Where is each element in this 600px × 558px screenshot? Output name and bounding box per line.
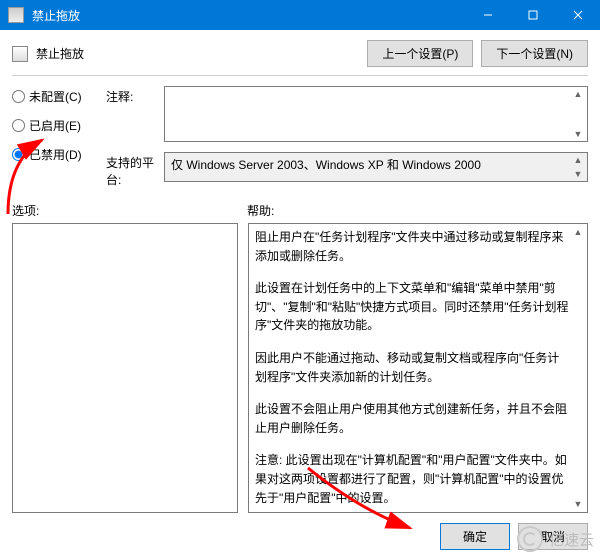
radio-not-configured-input[interactable] <box>12 90 25 103</box>
platform-value-box: 仅 Windows Server 2003、Windows XP 和 Windo… <box>164 152 588 182</box>
header: 禁止拖放 上一个设置(P) 下一个设置(N) <box>0 30 600 71</box>
help-paragraph: 此设置不会阻止用户使用其他方式创建新任务，并且不会阻止用户删除任务。 <box>255 400 571 437</box>
comment-row: 注释: ▲ ▼ <box>106 86 588 142</box>
state-radios: 未配置(C) 已启用(E) 已禁用(D) <box>12 86 92 198</box>
close-button[interactable] <box>555 0 600 30</box>
footer: 确定 取消 <box>0 513 600 550</box>
options-pane <box>12 223 238 513</box>
platform-value: 仅 Windows Server 2003、Windows XP 和 Windo… <box>171 158 481 172</box>
radio-enabled[interactable]: 已启用(E) <box>12 117 92 134</box>
radio-not-configured-label: 未配置(C) <box>29 88 82 105</box>
radio-enabled-input[interactable] <box>12 119 25 132</box>
options-label: 选项: <box>12 202 247 219</box>
policy-icon <box>12 46 28 62</box>
radio-not-configured[interactable]: 未配置(C) <box>12 88 92 105</box>
scroll-up-icon[interactable]: ▲ <box>571 88 585 100</box>
scroll-down-icon[interactable]: ▼ <box>571 168 585 180</box>
maximize-button[interactable] <box>510 0 555 30</box>
radio-enabled-label: 已启用(E) <box>29 117 81 134</box>
policy-title: 禁止拖放 <box>36 45 359 62</box>
scroll-up-icon[interactable]: ▲ <box>571 226 585 238</box>
panes: 阻止用户在"任务计划程序"文件夹中通过移动或复制程序来添加或删除任务。 此设置在… <box>0 223 600 513</box>
platform-label: 支持的平台: <box>106 152 164 188</box>
help-paragraph: 此设置在计划任务中的上下文菜单和"编辑"菜单中禁用"剪切"、"复制"和"粘贴"快… <box>255 279 571 335</box>
ok-button[interactable]: 确定 <box>440 523 510 550</box>
help-pane: 阻止用户在"任务计划程序"文件夹中通过移动或复制程序来添加或删除任务。 此设置在… <box>248 223 588 513</box>
comment-label: 注释: <box>106 86 164 142</box>
prev-setting-button[interactable]: 上一个设置(P) <box>367 40 473 67</box>
settings-area: 未配置(C) 已启用(E) 已禁用(D) 注释: ▲ ▼ 支持的平台: 仅 Wi… <box>0 86 600 198</box>
help-paragraph: 阻止用户在"任务计划程序"文件夹中通过移动或复制程序来添加或删除任务。 <box>255 228 571 265</box>
separator <box>12 75 588 76</box>
scroll-up-icon[interactable]: ▲ <box>571 154 585 166</box>
radio-disabled-label: 已禁用(D) <box>29 146 82 163</box>
next-setting-button[interactable]: 下一个设置(N) <box>481 40 588 67</box>
scroll-down-icon[interactable]: ▼ <box>571 498 585 510</box>
titlebar: 禁止拖放 <box>0 0 600 30</box>
window-buttons <box>465 0 600 30</box>
watermark: 亿速云 <box>517 526 594 552</box>
radio-disabled[interactable]: 已禁用(D) <box>12 146 92 163</box>
platform-row: 支持的平台: 仅 Windows Server 2003、Windows XP … <box>106 152 588 188</box>
watermark-icon <box>517 526 543 552</box>
radio-disabled-input[interactable] <box>12 148 25 161</box>
pane-labels: 选项: 帮助: <box>0 202 600 219</box>
window-title: 禁止拖放 <box>32 7 465 24</box>
help-label: 帮助: <box>247 202 588 219</box>
watermark-text: 亿速云 <box>549 529 594 550</box>
help-paragraph: 注意: 此设置出现在"计算机配置"和"用户配置"文件夹中。如果对这两项设置都进行… <box>255 451 571 507</box>
help-content: 阻止用户在"任务计划程序"文件夹中通过移动或复制程序来添加或删除任务。 此设置在… <box>255 228 571 507</box>
comment-input[interactable]: ▲ ▼ <box>164 86 588 142</box>
help-paragraph: 因此用户不能通过拖动、移动或复制文档或程序向"任务计划程序"文件夹添加新的计划任… <box>255 349 571 386</box>
minimize-button[interactable] <box>465 0 510 30</box>
fields-area: 注释: ▲ ▼ 支持的平台: 仅 Windows Server 2003、Win… <box>106 86 588 198</box>
window-icon <box>8 7 24 23</box>
scroll-down-icon[interactable]: ▼ <box>571 128 585 140</box>
